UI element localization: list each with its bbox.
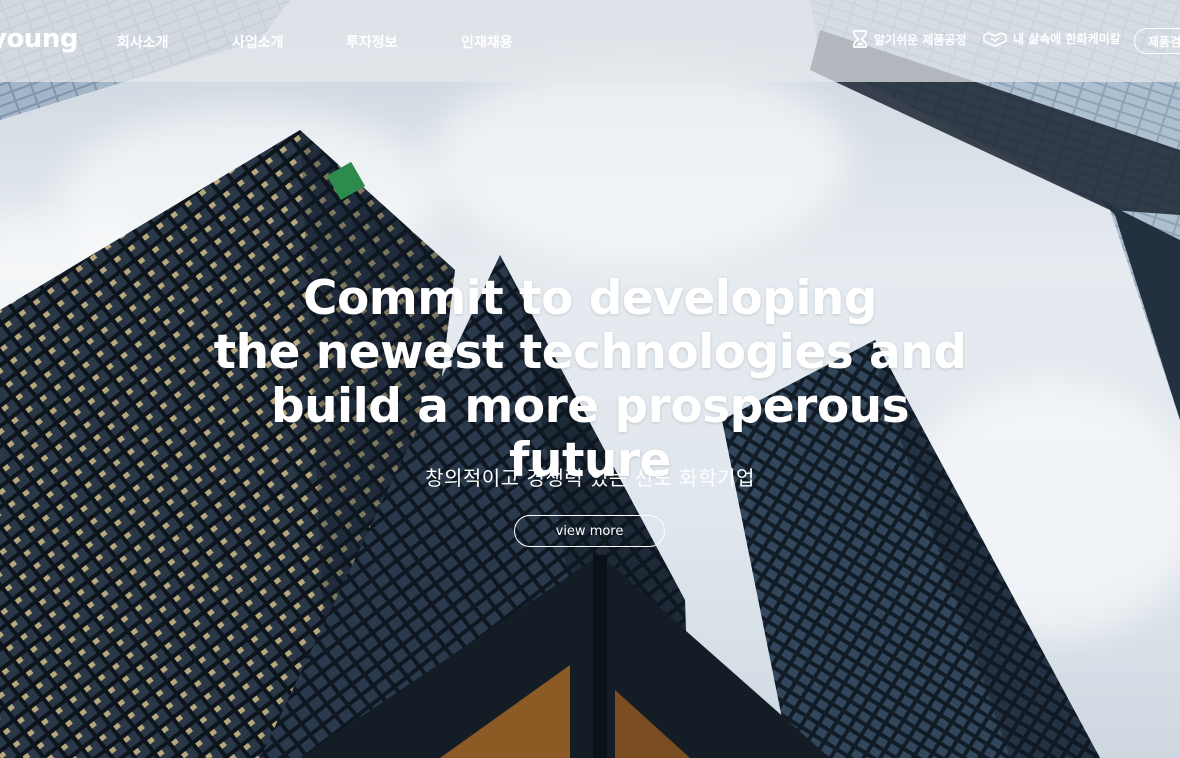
life-link[interactable]: 내 삶속에 한화케미칼 [983, 30, 1121, 47]
hero-subhead: 창의적이고 경쟁력 있는 선도 화학기업 [425, 466, 755, 490]
life-link-label: 내 삶속에 한화케미칼 [1013, 32, 1121, 46]
handshake-icon [983, 31, 1007, 47]
process-link-label: 알기쉬운 제품공정 [874, 32, 967, 47]
headline-line-1: Commit to developing [302, 271, 878, 326]
site-header: young 회사소개 사업소개 투자정보 인재채용 알기쉬운 제품공정 내 삶속… [0, 0, 1180, 82]
nav-item-business[interactable]: 사업소개 [232, 32, 284, 52]
hourglass-icon [852, 30, 868, 48]
headline-line-2: the newest technologies and [213, 325, 967, 380]
brand-logo[interactable]: young [0, 24, 78, 54]
hero-headline: Commit to developing the newest technolo… [190, 272, 990, 488]
products-search-button[interactable]: 제품검 [1134, 28, 1180, 54]
nav-item-investor[interactable]: 투자정보 [346, 32, 398, 52]
nav-item-company[interactable]: 회사소개 [117, 32, 169, 52]
process-link[interactable]: 알기쉬운 제품공정 [852, 30, 967, 48]
nav-item-careers[interactable]: 인재채용 [461, 32, 513, 52]
view-more-button[interactable]: view more [514, 515, 665, 547]
